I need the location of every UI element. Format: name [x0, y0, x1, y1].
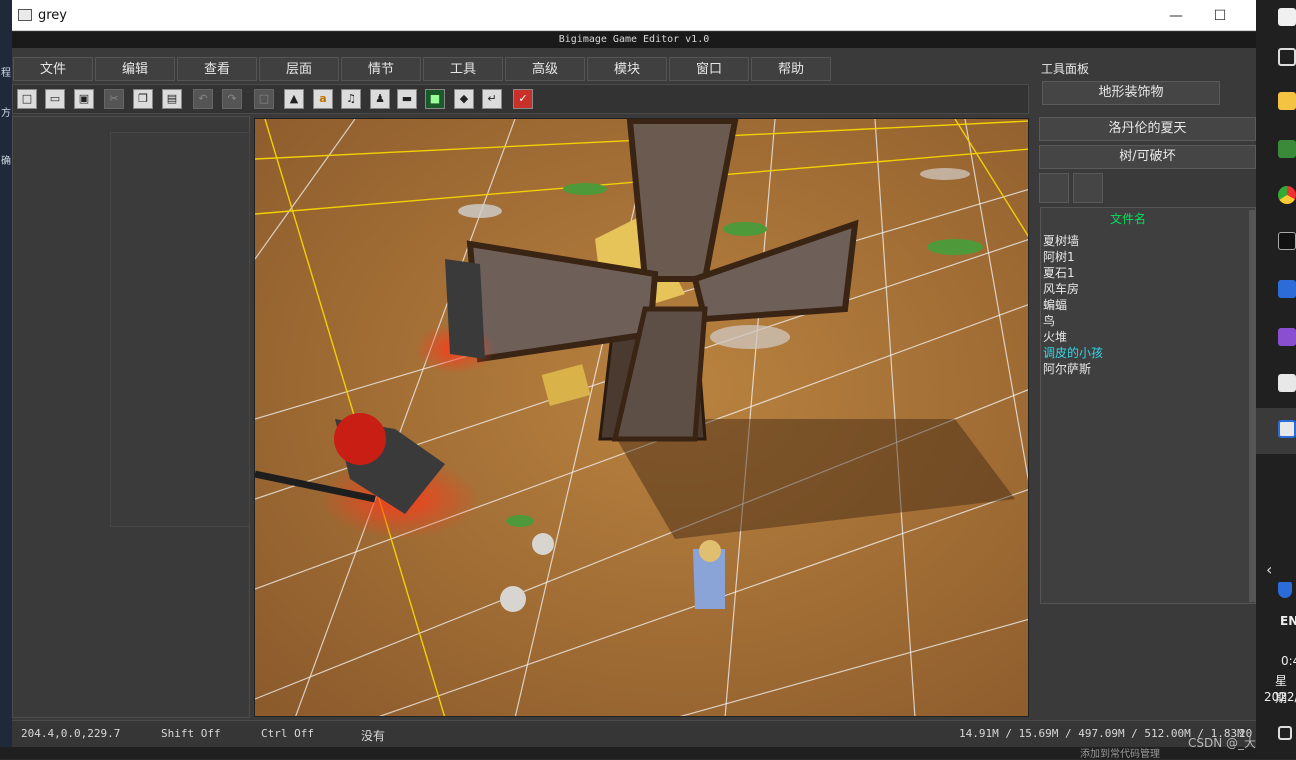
redo-icon[interactable]: ↷ [222, 89, 242, 109]
rock-decoration [458, 204, 502, 218]
select-icon[interactable]: □ [254, 89, 274, 109]
menu-view[interactable]: 查看 [177, 57, 257, 81]
copy-icon[interactable]: ❐ [133, 89, 153, 109]
grass-decoration [506, 515, 534, 527]
file-list-item[interactable]: 阿尔萨斯 [1043, 360, 1091, 377]
maximize-button[interactable]: ☐ [1208, 6, 1232, 26]
menu-file[interactable]: 文件 [13, 57, 93, 81]
rock-decoration [920, 168, 970, 180]
status-ctrl: Ctrl Off [261, 727, 314, 740]
menu-scenario[interactable]: 情节 [341, 57, 421, 81]
language-indicator[interactable]: EN [1280, 614, 1296, 628]
menu-module[interactable]: 模块 [587, 57, 667, 81]
editor-taskbar-icon[interactable] [1278, 420, 1296, 438]
os-left-strip: 程 方 确 [0, 0, 12, 759]
small-square-button[interactable] [1039, 173, 1069, 203]
grass-decoration [563, 183, 607, 195]
left-strip-label: 方 [1, 108, 11, 119]
export-icon[interactable]: ↵ [482, 89, 502, 109]
file-list-item[interactable]: 夏石1 [1043, 264, 1075, 281]
status-selection: 没有 [361, 729, 386, 743]
chrome-icon[interactable] [1278, 186, 1296, 204]
grass-decoration [927, 239, 983, 255]
3d-viewport[interactable] [254, 118, 1029, 717]
left-strip-label: 确 [1, 156, 11, 167]
windows-icon[interactable] [1278, 8, 1296, 26]
file-list-item-selected[interactable]: 调皮的小孩 [1043, 344, 1103, 361]
soldier-body [445, 259, 485, 359]
open-folder-icon[interactable]: ▭ [45, 89, 65, 109]
menu-edit[interactable]: 编辑 [95, 57, 175, 81]
terrain-decoration-button[interactable]: 地形装饰物 [1042, 81, 1220, 105]
cut-icon[interactable]: ✂ [104, 89, 124, 109]
faded-log-overlay [110, 132, 250, 527]
small-square-button[interactable] [1073, 173, 1103, 203]
notification-icon[interactable] [1278, 726, 1292, 740]
shield-icon[interactable] [1278, 582, 1292, 598]
file-list-scrollbar[interactable] [1249, 210, 1256, 602]
bottom-taskbar-text: 添加到常代码管理 [1080, 749, 1160, 760]
window-title: grey [38, 8, 68, 23]
window-title-bar[interactable]: grey — ☐ [12, 0, 1256, 31]
folder-icon[interactable] [1278, 92, 1296, 110]
undo-icon[interactable]: ↶ [193, 89, 213, 109]
menu-advanced[interactable]: 高级 [505, 57, 585, 81]
clock-time[interactable]: 0:4 [1281, 654, 1296, 668]
menu-layer[interactable]: 层面 [259, 57, 339, 81]
file-list-item[interactable]: 风车房 [1043, 280, 1079, 297]
new-file-icon[interactable]: □ [17, 89, 37, 109]
menu-help[interactable]: 帮助 [751, 57, 831, 81]
remote-desktop-icon[interactable] [1278, 280, 1296, 298]
chevron-left-icon[interactable]: ‹ [1266, 560, 1272, 579]
status-shift: Shift Off [161, 727, 221, 740]
vehicle-icon[interactable]: ▬ [397, 89, 417, 109]
child-head [699, 540, 721, 562]
app-window-icon[interactable] [1278, 374, 1296, 392]
unit-icon[interactable]: ♟ [370, 89, 390, 109]
menu-window[interactable]: 窗口 [669, 57, 749, 81]
viewport-scene [255, 119, 1028, 716]
file-list-item[interactable]: 鸟 [1043, 312, 1055, 329]
left-strip-label: 程 [1, 68, 11, 79]
bird-unit [500, 586, 526, 612]
paste-icon[interactable]: ▤ [162, 89, 182, 109]
file-list-item[interactable]: 蝙蝠 [1043, 296, 1067, 313]
menu-tools[interactable]: 工具 [423, 57, 503, 81]
terrain-icon[interactable]: ▲ [284, 89, 304, 109]
grass-decoration [723, 222, 767, 236]
app-caption: Bigimage Game Editor v1.0 [12, 32, 1256, 48]
script-icon[interactable]: ■ [425, 89, 445, 109]
status-coordinates: 204.4,0.0,229.7 [21, 727, 121, 740]
clock-date[interactable]: 2022/ [1264, 690, 1296, 704]
object-icon[interactable]: ◆ [454, 89, 474, 109]
sound-icon[interactable]: ♫ [341, 89, 361, 109]
file-list-header: 文件名 [1110, 212, 1147, 226]
os-bottom-strip: 添加到常代码管理 [0, 747, 1256, 760]
knight-armor [334, 413, 386, 465]
save-icon[interactable]: ▣ [74, 89, 94, 109]
task-view-icon[interactable] [1278, 48, 1296, 66]
tool-panel-title: 工具面板 [1041, 62, 1090, 76]
file-list-item[interactable]: 火堆 [1043, 328, 1067, 345]
bird-unit [532, 533, 554, 555]
object-category-button[interactable]: 树/可破坏 [1039, 145, 1256, 169]
close-icon[interactable]: ✓ [513, 89, 533, 109]
app-window-icon [18, 9, 32, 21]
monitor-app-icon[interactable] [1278, 140, 1296, 158]
minimize-button[interactable]: — [1164, 6, 1188, 26]
file-list-item[interactable]: 夏树墙 [1043, 232, 1079, 249]
rock-decoration [710, 325, 790, 349]
file-list-item[interactable]: 阿树1 [1043, 248, 1075, 265]
terminal-icon[interactable] [1278, 232, 1296, 250]
visual-studio-icon[interactable] [1278, 328, 1296, 346]
text-icon[interactable]: a [313, 89, 333, 109]
tileset-category-button[interactable]: 洛丹伦的夏天 [1039, 117, 1256, 141]
